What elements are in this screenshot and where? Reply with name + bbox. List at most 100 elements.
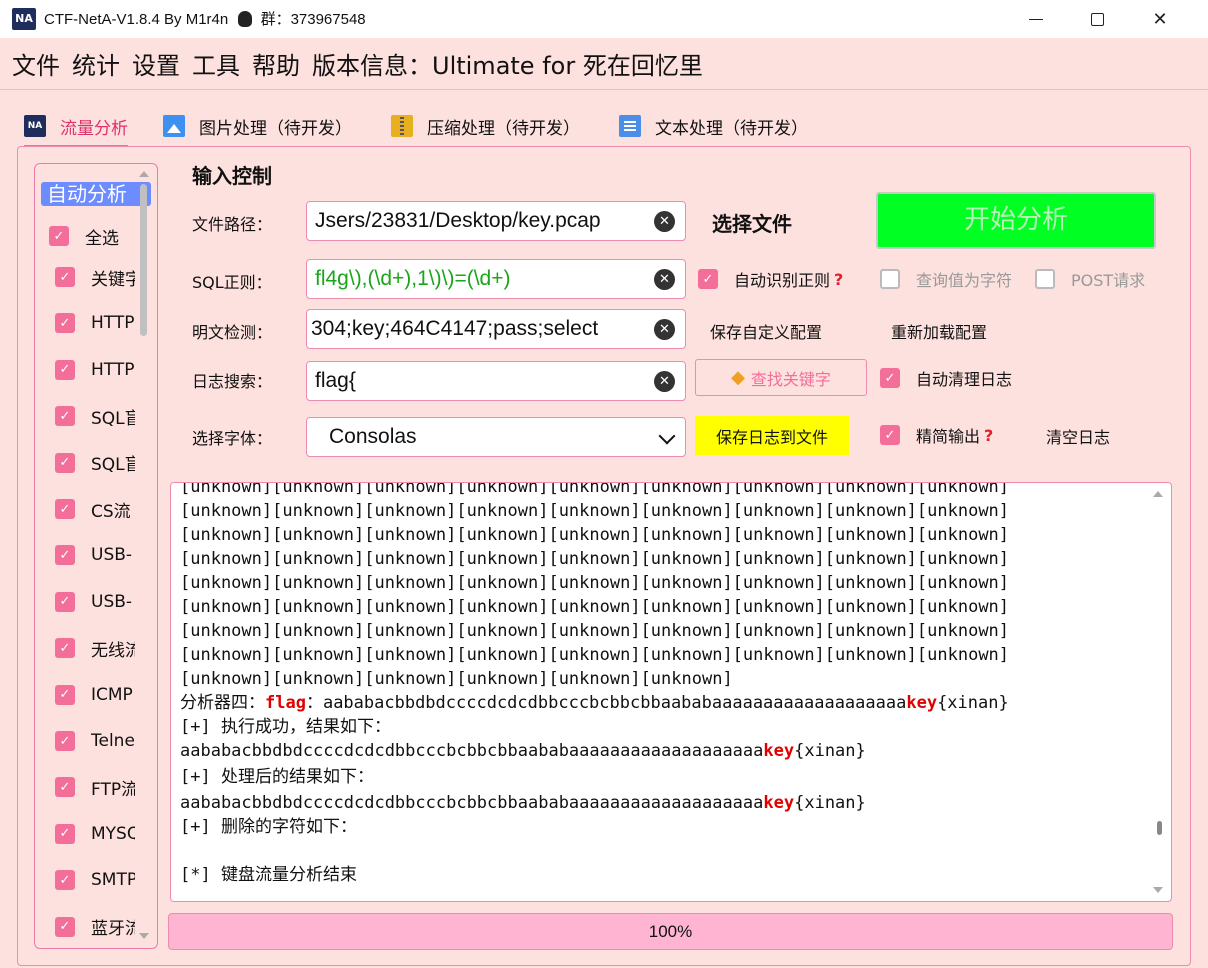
help-icon[interactable]: ?	[984, 426, 993, 445]
sql-regex-input[interactable]: fl4g\),(\d+),1\)\)=(\d+) ✕	[306, 259, 686, 299]
clear-icon[interactable]: ✕	[654, 269, 675, 290]
sidebar-item-checkbox[interactable]: ✓ ICMP	[55, 682, 135, 708]
result-text: aababacbbdbdccccdcdcdbbcccbcbbcbbaababaa…	[180, 741, 764, 761]
sidebar-item-checkbox[interactable]: ✓ MYSQ	[55, 821, 135, 847]
save-log-button[interactable]: 保存日志到文件	[695, 416, 849, 455]
menu-file[interactable]: 文件	[12, 46, 60, 81]
tab-compression[interactable]: 压缩处理（待开发）	[391, 108, 580, 144]
log-line-unknown: [unknown][unknown][unknown][unknown][unk…	[180, 549, 1010, 569]
sidebar-scrollbar-thumb[interactable]	[140, 184, 147, 336]
qq-group: 群：373967548	[260, 11, 366, 28]
image-icon	[163, 115, 185, 137]
menu-help[interactable]: 帮助	[252, 46, 300, 81]
log-line-unknown: [unknown][unknown][unknown][unknown][unk…	[180, 482, 1010, 497]
scroll-down-icon[interactable]	[139, 933, 149, 939]
reload-config-button[interactable]: 重新加载配置	[891, 319, 987, 343]
checkbox-checked-icon: ✓	[55, 731, 75, 751]
key-highlight: key	[763, 793, 795, 813]
post-request-checkbox[interactable]: POST请求	[1035, 267, 1145, 291]
close-icon: ✕	[1152, 8, 1168, 30]
sidebar-item-label: MYSQ	[91, 823, 135, 844]
choose-file-button[interactable]: 选择文件	[712, 208, 792, 237]
post-request-label: POST请求	[1071, 271, 1146, 290]
concise-output-checkbox[interactable]: ✓ 精简输出 ?	[880, 423, 993, 447]
clear-icon[interactable]: ✕	[654, 211, 675, 232]
log-line-unknown: [unknown][unknown][unknown][unknown][unk…	[180, 669, 733, 689]
file-path-input[interactable]: Jsers/23831/Desktop/key.pcap ✕	[306, 201, 686, 241]
clear-log-button[interactable]: 清空日志	[1046, 424, 1110, 448]
menu-settings[interactable]: 设置	[132, 46, 180, 81]
scroll-up-icon[interactable]	[1153, 491, 1163, 497]
sidebar-item-checkbox[interactable]: ✓ HTTP	[55, 357, 135, 383]
plaintext-input[interactable]: 304;key;464C4147;pass;select ✕	[306, 309, 686, 349]
sidebar-item-checkbox[interactable]: ✓ SMTP	[55, 867, 135, 893]
input-control-title: 输入控制	[192, 164, 272, 188]
checkbox-checked-icon: ✓	[698, 269, 718, 289]
auto-regex-checkbox[interactable]: ✓ 自动识别正则 ?	[698, 267, 843, 291]
help-icon[interactable]: ?	[834, 270, 843, 289]
scroll-down-icon[interactable]	[1153, 887, 1163, 893]
auto-clear-log-checkbox[interactable]: ✓ 自动清理日志	[880, 366, 1012, 390]
checkbox-checked-icon: ✓	[55, 916, 75, 937]
find-keyword-label: 查找关键字	[750, 369, 831, 389]
checkbox-checked-icon: ✓	[880, 368, 900, 388]
tab-bar: NA 流量分析 图片处理（待开发） 压缩处理（待开发） 文本处理（待开发）	[0, 104, 1208, 148]
sidebar-item-checkbox[interactable]: ✓ SQL盲	[55, 403, 135, 429]
close-button[interactable]: ✕	[1130, 0, 1190, 38]
file-path-label: 文件路径：	[192, 215, 273, 234]
tab-image-processing[interactable]: 图片处理（待开发）	[163, 108, 352, 144]
start-analysis-button[interactable]: 开始分析	[876, 192, 1156, 249]
key-highlight: key	[906, 693, 938, 713]
sidebar-item-label: SQL盲	[91, 408, 135, 429]
log-line-unknown: [unknown][unknown][unknown][unknown][unk…	[180, 501, 1010, 521]
sidebar-item-checkbox[interactable]: ✓ FTP流	[55, 774, 135, 800]
menu-tools[interactable]: 工具	[192, 46, 240, 81]
log-line-unknown: [unknown][unknown][unknown][unknown][unk…	[180, 621, 1010, 641]
checkbox-checked-icon: ✓	[55, 777, 75, 798]
log-scrollbar-thumb[interactable]	[1157, 821, 1162, 835]
progress-bar: 100%	[168, 913, 1173, 950]
result-suffix: {xinan}	[794, 793, 866, 813]
query-as-char-checkbox[interactable]: 查询值为字符	[880, 267, 1012, 291]
sidebar-item-checkbox[interactable]: ✓ 无线流	[55, 635, 135, 661]
find-keyword-button[interactable]: ◆ 查找关键字	[695, 359, 867, 396]
checkbox-checked-icon: ✓	[49, 226, 69, 246]
tab-text-processing[interactable]: 文本处理（待开发）	[619, 108, 808, 144]
clear-icon[interactable]: ✕	[654, 371, 675, 392]
save-config-button[interactable]: 保存自定义配置	[710, 319, 822, 343]
scroll-up-icon[interactable]	[139, 171, 149, 177]
sidebar-item-checkbox[interactable]: ✓ 蓝牙流	[55, 914, 135, 940]
zip-icon	[391, 115, 413, 137]
sidebar-item-checkbox[interactable]: ✓ USB-	[55, 589, 135, 615]
auto-clear-log-label: 自动清理日志	[916, 370, 1013, 389]
tab-label: 图片处理（待开发）	[199, 118, 352, 139]
checkbox-checked-icon: ✓	[55, 545, 75, 566]
clear-icon[interactable]: ✕	[654, 319, 675, 340]
checkbox-unchecked-icon	[1035, 269, 1055, 289]
font-select[interactable]: Consolas	[306, 417, 686, 457]
minimize-button[interactable]	[1006, 0, 1066, 38]
sidebar-item-checkbox[interactable]: ✓ SQL盲	[55, 450, 135, 476]
maximize-button[interactable]	[1067, 0, 1127, 38]
log-output[interactable]: [unknown][unknown][unknown][unknown][unk…	[170, 482, 1172, 902]
na-icon: NA	[24, 115, 46, 137]
tab-traffic-analysis[interactable]: NA 流量分析	[24, 108, 128, 148]
sidebar-item-label: SQL盲	[91, 455, 135, 476]
select-all-checkbox[interactable]: ✓ 全选	[49, 223, 119, 249]
sidebar-item-checkbox[interactable]: ✓ HTTP	[55, 310, 135, 336]
sidebar-item-checkbox[interactable]: ✓ USB-	[55, 542, 135, 568]
log-line-success: [+] 执行成功，结果如下：	[180, 717, 391, 737]
sidebar-item-label: SMTP	[91, 870, 135, 891]
log-line-unknown: [unknown][unknown][unknown][unknown][unk…	[180, 645, 1010, 665]
menu-version-info[interactable]: 版本信息：Ultimate for 死在回忆里	[312, 46, 703, 81]
sidebar-item-checkbox[interactable]: ✓ 关键字	[55, 264, 135, 290]
sidebar-item-checkbox[interactable]: ✓ CS流	[55, 496, 135, 522]
checkbox-checked-icon: ✓	[55, 823, 75, 844]
checkbox-checked-icon: ✓	[55, 591, 75, 612]
sidebar-item-checkbox[interactable]: ✓ Telne	[55, 728, 135, 754]
menu-statistics[interactable]: 统计	[72, 46, 120, 81]
checkbox-checked-icon: ✓	[55, 684, 75, 705]
log-search-input[interactable]: flag{ ✕	[306, 361, 686, 401]
analyzer-text: ：aababacbbdbdccccdcdcdbbcccbcbbcbbaababa…	[305, 693, 907, 713]
sidebar-item-label: USB-	[91, 591, 133, 612]
